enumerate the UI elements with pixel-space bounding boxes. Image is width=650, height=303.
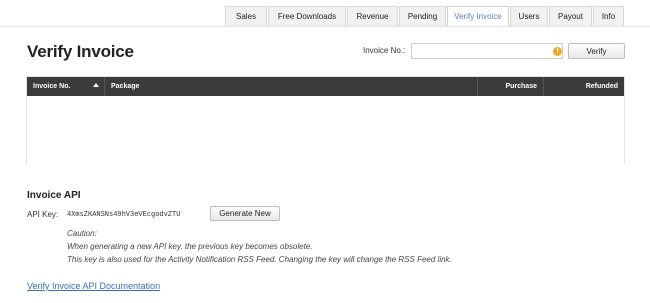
invoice-table: Invoice No. Package Purchase Refunded [26,76,625,164]
tab-verify-invoice[interactable]: Verify Invoice [447,6,509,26]
tab-free-downloads[interactable]: Free Downloads [268,6,346,26]
table-header: Invoice No. Package Purchase Refunded [27,77,624,96]
tab-sales[interactable]: Sales [225,6,267,26]
column-header-invoice-no[interactable]: Invoice No. [27,77,105,96]
tab-users[interactable]: Users [510,6,548,26]
page-title: Verify Invoice [27,42,134,61]
column-header-package[interactable]: Package [105,77,478,96]
tab-info[interactable]: Info [593,6,624,26]
verify-button[interactable]: Verify [568,43,625,59]
invoice-number-input[interactable] [411,43,563,59]
table-body [27,96,624,164]
info-icon[interactable]: ! [553,47,562,56]
column-header-refunded[interactable]: Refunded [544,77,624,96]
top-nav-tabs: Sales Free Downloads Revenue Pending Ver… [225,6,625,26]
generate-new-key-button[interactable]: Generate New [210,206,280,221]
caution-line-rss: This key is also used for the Activity N… [67,255,452,264]
tab-revenue[interactable]: Revenue [347,6,398,26]
api-key-label: API Key: [27,210,59,219]
api-key-value: 4XmsZKANSNs49hV3eVEcgodvZTU [67,211,181,219]
column-header-purchase[interactable]: Purchase [478,77,544,96]
sort-ascending-icon [93,83,99,87]
tab-payout[interactable]: Payout [549,6,592,26]
tab-pending[interactable]: Pending [399,6,446,26]
caution-title: Caution: [67,229,97,238]
column-header-label: Invoice No. [33,83,71,90]
api-documentation-link[interactable]: Verify Invoice API Documentation [27,281,160,291]
invoice-number-label: Invoice No.: [363,46,406,55]
tab-divider [0,26,650,27]
caution-line-obsolete: When generating a new API key, the previ… [67,242,313,251]
invoice-api-heading: Invoice API [27,190,81,201]
